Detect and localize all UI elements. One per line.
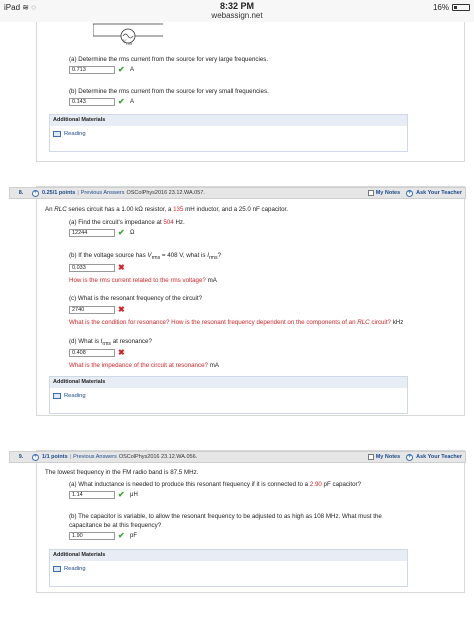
x-icon: ✖ [118,305,125,314]
url-field[interactable]: webassign.net [0,11,474,20]
q7-part-b-answer[interactable]: 0.143 [69,98,115,106]
additional-materials: Additional Materials Reading [49,114,408,152]
x-icon: ✖ [118,348,125,357]
q8-part-b-answer[interactable]: 0.033 [69,264,115,272]
clock: 8:32 PM [219,1,254,11]
battery-indicator: 16% [433,3,470,12]
my-notes-button[interactable]: My Notes [367,190,400,196]
q8-intro: An RLC series circuit has a 1.00 kΩ resi… [45,206,288,213]
book-icon [53,131,61,137]
check-icon: ✔ [118,490,125,499]
question-9-card: 9. + 1/1 points | Previous Answers OSCol… [9,450,466,593]
ask-teacher-button[interactable]: + Ask Your Teacher [406,453,462,461]
reading-link[interactable]: Reading [53,566,407,572]
q9-part-a-unit: μH [130,492,138,498]
ask-teacher-button[interactable]: + Ask Your Teacher [406,189,462,197]
q9-part-b-answer[interactable]: 1.90 [69,532,115,540]
points: 1/1 points [42,454,68,460]
question-number: 9. [18,454,24,460]
q7-part-b-text: (b) Determine the rms current from the s… [69,88,269,95]
additional-materials-heading: Additional Materials [50,550,407,561]
q8-part-b-hint: How is the rms current related to the rm… [69,277,217,284]
q9-part-a-answer[interactable]: 1.14 [69,491,115,499]
q8-part-a-unit: Ω [130,230,135,236]
question-reference: OSColPhys2016 23.12.WA.057. [126,190,205,196]
q8-part-c-answer[interactable]: 2740 [69,306,115,314]
q9-intro: The lowest frequency in the FM radio ban… [45,469,199,476]
check-icon: ✔ [118,531,125,540]
reading-link[interactable]: Reading [53,131,407,137]
book-icon [53,393,61,399]
q8-part-c-hint: What is the condition for resonance? How… [69,319,404,326]
q8-part-c-text: (c) What is the resonant frequency of th… [69,295,203,302]
q9-part-b-unit: pF [130,533,138,539]
q9-part-b-text-line2: capacitance be at this frequency? [69,522,162,529]
q8-part-b-text: (b) If the voltage source has Vrms = 408… [69,252,222,262]
my-notes-button[interactable]: My Notes [367,454,400,460]
q7-part-a-answer[interactable]: 0.713 [69,66,115,74]
q7-part-a-unit: A [130,67,135,73]
check-icon: ✔ [118,97,125,106]
question-number: 8. [18,190,24,196]
q8-part-d-hint: What is the impedance of the circuit at … [69,362,219,369]
previous-answers-link[interactable]: Previous Answers [73,454,117,460]
question-9-header: 9. + 1/1 points | Previous Answers OSCol… [9,451,466,463]
reading-link[interactable]: Reading [53,393,407,399]
source-label: Vrms [123,40,133,46]
q7-part-b-unit: A [130,99,135,105]
plus-icon: + [406,189,414,197]
q9-part-a-text: (a) What inductance is needed to produce… [69,481,362,488]
q8-part-d-text: (d) What is Irms at resonance? [69,338,152,348]
q8-part-d-answer[interactable]: 0.408 [69,349,115,357]
x-icon: ✖ [118,263,125,272]
additional-materials-heading: Additional Materials [50,377,407,388]
check-icon: ✔ [118,228,125,237]
notes-checkbox-icon [367,190,374,196]
q9-part-b-text-line1: (b) The capacitor is variable, to allow … [69,513,382,520]
question-7-card: Vrms (a) Determine the rms current from … [36,22,465,162]
q7-part-a-text: (a) Determine the rms current from the s… [69,56,269,63]
additional-materials: Additional Materials Reading [49,376,408,414]
question-8-header: 8. + 0.25/1 points | Previous Answers OS… [9,187,466,199]
additional-materials-heading: Additional Materials [50,115,407,126]
plus-icon[interactable]: + [32,453,39,461]
q8-part-a-text: (a) Find the circuit's impedance at 504 … [69,219,185,226]
plus-icon: + [406,453,414,461]
notes-checkbox-icon [367,454,374,460]
battery-icon [452,4,470,11]
status-bar: iPad ≋ ◌ 8:32 PM webassign.net 16% [0,0,474,22]
q8-part-a-answer[interactable]: 12244 [69,229,115,237]
previous-answers-link[interactable]: Previous Answers [81,190,125,196]
check-icon: ✔ [118,65,125,74]
question-reference: OSColPhys2016 23.12.WA.056. [118,454,198,460]
question-8-card: 8. + 0.25/1 points | Previous Answers OS… [9,186,466,416]
book-icon [53,566,61,572]
points: 0.25/1 points [42,190,76,196]
plus-icon[interactable]: + [32,189,39,197]
additional-materials: Additional Materials Reading [49,549,408,587]
